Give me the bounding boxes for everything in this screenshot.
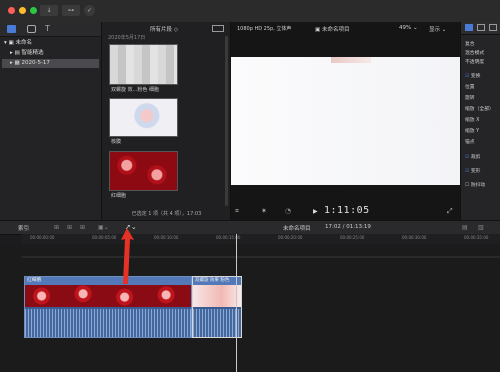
timeline-clip-selected[interactable]: 双螺旋 效果 粉色 [192, 276, 242, 338]
connect-clip-icon[interactable]: ⊞ [54, 224, 59, 231]
ruler-tick: 00:00:25:00 [340, 235, 365, 240]
clip-thumbnail[interactable] [109, 44, 178, 85]
audio-waveform [193, 309, 241, 337]
inspector-row-stabilization[interactable]: ☐ 防抖动 [461, 181, 500, 190]
clip-filmstrip [25, 285, 191, 307]
check-icon: ✓ [86, 7, 93, 14]
clip-thumbnail[interactable] [109, 98, 178, 137]
sidebar-toolbar: T [0, 22, 101, 37]
video-inspector-icon[interactable] [465, 24, 473, 31]
clip-name: 双螺旋 效...粉色 细胞 [111, 87, 159, 93]
inspector-row-crop[interactable]: ☑ 裁剪 [461, 153, 500, 162]
clip-name: 红细胞 [111, 193, 127, 199]
inspector-row[interactable]: 缩放 X [461, 116, 500, 125]
transform-tool-icon[interactable]: ⌗ [235, 207, 239, 216]
inspector-row[interactable]: 缩放（全部） [461, 105, 500, 114]
inspector-row[interactable]: 混合模式 [461, 49, 500, 58]
append-clip-icon[interactable]: ⊞ [80, 224, 85, 231]
photos-audio-icon[interactable] [27, 25, 36, 33]
inspector-row[interactable]: 位置 [461, 83, 500, 92]
info-inspector-icon[interactable] [477, 24, 485, 31]
timeline-toolbar: 索引 ⊞ ⊞ ⊞ ▣⌄ ➚⌄ 未命名项目 17:02 / 01:13:19 ▤ … [0, 220, 500, 235]
display-dropdown[interactable]: 显示 ⌄ [429, 25, 446, 33]
titles-icon[interactable]: T [45, 25, 54, 33]
clip-filmstrip [193, 285, 241, 307]
share-inspector-icon[interactable] [489, 24, 497, 31]
inspector-tabs [461, 22, 500, 35]
clip-browser: 所有片段 ◇ 2020年5月17日 双螺旋 效...粉色 细胞 核膜 红细胞 已… [101, 22, 231, 220]
inspector-row-distort[interactable]: ☑ 变形 [461, 167, 500, 176]
library-item-root[interactable]: ▾ ▣ 未命名 [4, 39, 32, 48]
key-icon: ⊶ [68, 7, 74, 14]
keywords-button[interactable]: ⊶ [62, 5, 80, 16]
clapper-icon: ▣ [315, 27, 322, 33]
minimize-window-button[interactable] [19, 7, 26, 14]
audio-waveform [25, 309, 191, 337]
ruler-tick: 00:00:05:00 [92, 235, 117, 240]
zoom-dropdown[interactable]: 49% ⌄ [399, 25, 418, 31]
play-button[interactable]: ▶ [313, 208, 318, 215]
overwrite-clip-icon[interactable]: ▣⌄ [98, 224, 109, 231]
clip-thumbnail[interactable] [109, 151, 178, 191]
speed-icon[interactable]: ◔ [285, 207, 291, 215]
viewer-project-name: ▣ 未命名项目 [315, 27, 350, 33]
clip-appearance-icon[interactable] [212, 25, 224, 32]
clip-filter-dropdown[interactable]: 所有片段 ◇ [150, 25, 178, 33]
ruler-tick: 00:00:00:00 [30, 235, 55, 240]
inspector-row[interactable]: 旋转 [461, 94, 500, 103]
inspector-row[interactable]: 不透明度 [461, 58, 500, 67]
clip-appearance-icon[interactable]: ▤ [462, 224, 468, 231]
title-bar: ↓ ⊶ ✓ [0, 0, 500, 23]
video-frame-edge [331, 57, 371, 63]
zoom-window-button[interactable] [30, 7, 37, 14]
selection-status: 已选定 1 项（共 4 项），17:03 [131, 211, 202, 217]
clip-title: 红细胞 [25, 277, 191, 285]
inspector-row[interactable]: 锚点 [461, 138, 500, 147]
audio-meter-icon[interactable]: ▥ [478, 224, 484, 231]
download-icon: ↓ [46, 7, 52, 14]
ruler-tick: 00:00:35:00 [464, 235, 489, 240]
browser-scrollbar[interactable] [225, 36, 228, 206]
background-tasks-button[interactable]: ✓ [84, 5, 95, 16]
library-item-smart-collections[interactable]: ▸ ▤ 智能精选 [10, 49, 43, 58]
viewer: 1080p HD 25p, 立体声 ▣ 未命名项目 49% ⌄ 显示 ⌄ ⌗ ✶… [230, 22, 461, 220]
clip-title: 双螺旋 效果 粉色 [193, 277, 241, 285]
format-label: 1080p HD 25p, 立体声 [237, 26, 292, 32]
inspector-row: 复合 [465, 42, 475, 47]
ruler-tick: 00:00:20:00 [278, 235, 303, 240]
annotation-arrow-icon [121, 228, 134, 284]
close-window-button[interactable] [8, 7, 15, 14]
inspector: 复合 混合模式 不透明度 ☑ 变换 位置 旋转 缩放（全部） 缩放 X 缩放 Y… [460, 22, 500, 220]
timeline-project-title: 未命名项目 [283, 226, 311, 232]
fullscreen-icon[interactable]: ⤢ [447, 207, 453, 216]
insert-clip-icon[interactable]: ⊞ [67, 224, 72, 231]
timeline-duration: 17:02 / 01:13:19 [325, 224, 371, 230]
library-item-event[interactable]: ▸ ▦ 2020-5-17 [2, 59, 99, 68]
primary-storyline-guide [22, 256, 500, 258]
timeline-clip[interactable]: 红细胞 [24, 276, 192, 338]
ruler-tick: 00:00:30:00 [402, 235, 427, 240]
index-button[interactable]: 索引 [18, 224, 29, 232]
clip-name: 核膜 [111, 139, 122, 145]
inspector-row-transform[interactable]: ☑ 变换 [461, 72, 500, 81]
ruler-tick: 00:00:10:00 [154, 235, 179, 240]
playhead[interactable] [236, 234, 237, 372]
inspector-row[interactable]: 缩放 Y [461, 127, 500, 136]
event-date-header: 2020年5月17日 [108, 35, 146, 41]
magic-wand-icon[interactable]: ✶ [261, 207, 267, 215]
video-frame[interactable] [231, 57, 461, 185]
import-button[interactable]: ↓ [40, 5, 58, 16]
timecode-display: 1:11:05 [324, 205, 370, 216]
libraries-icon[interactable] [7, 25, 16, 33]
